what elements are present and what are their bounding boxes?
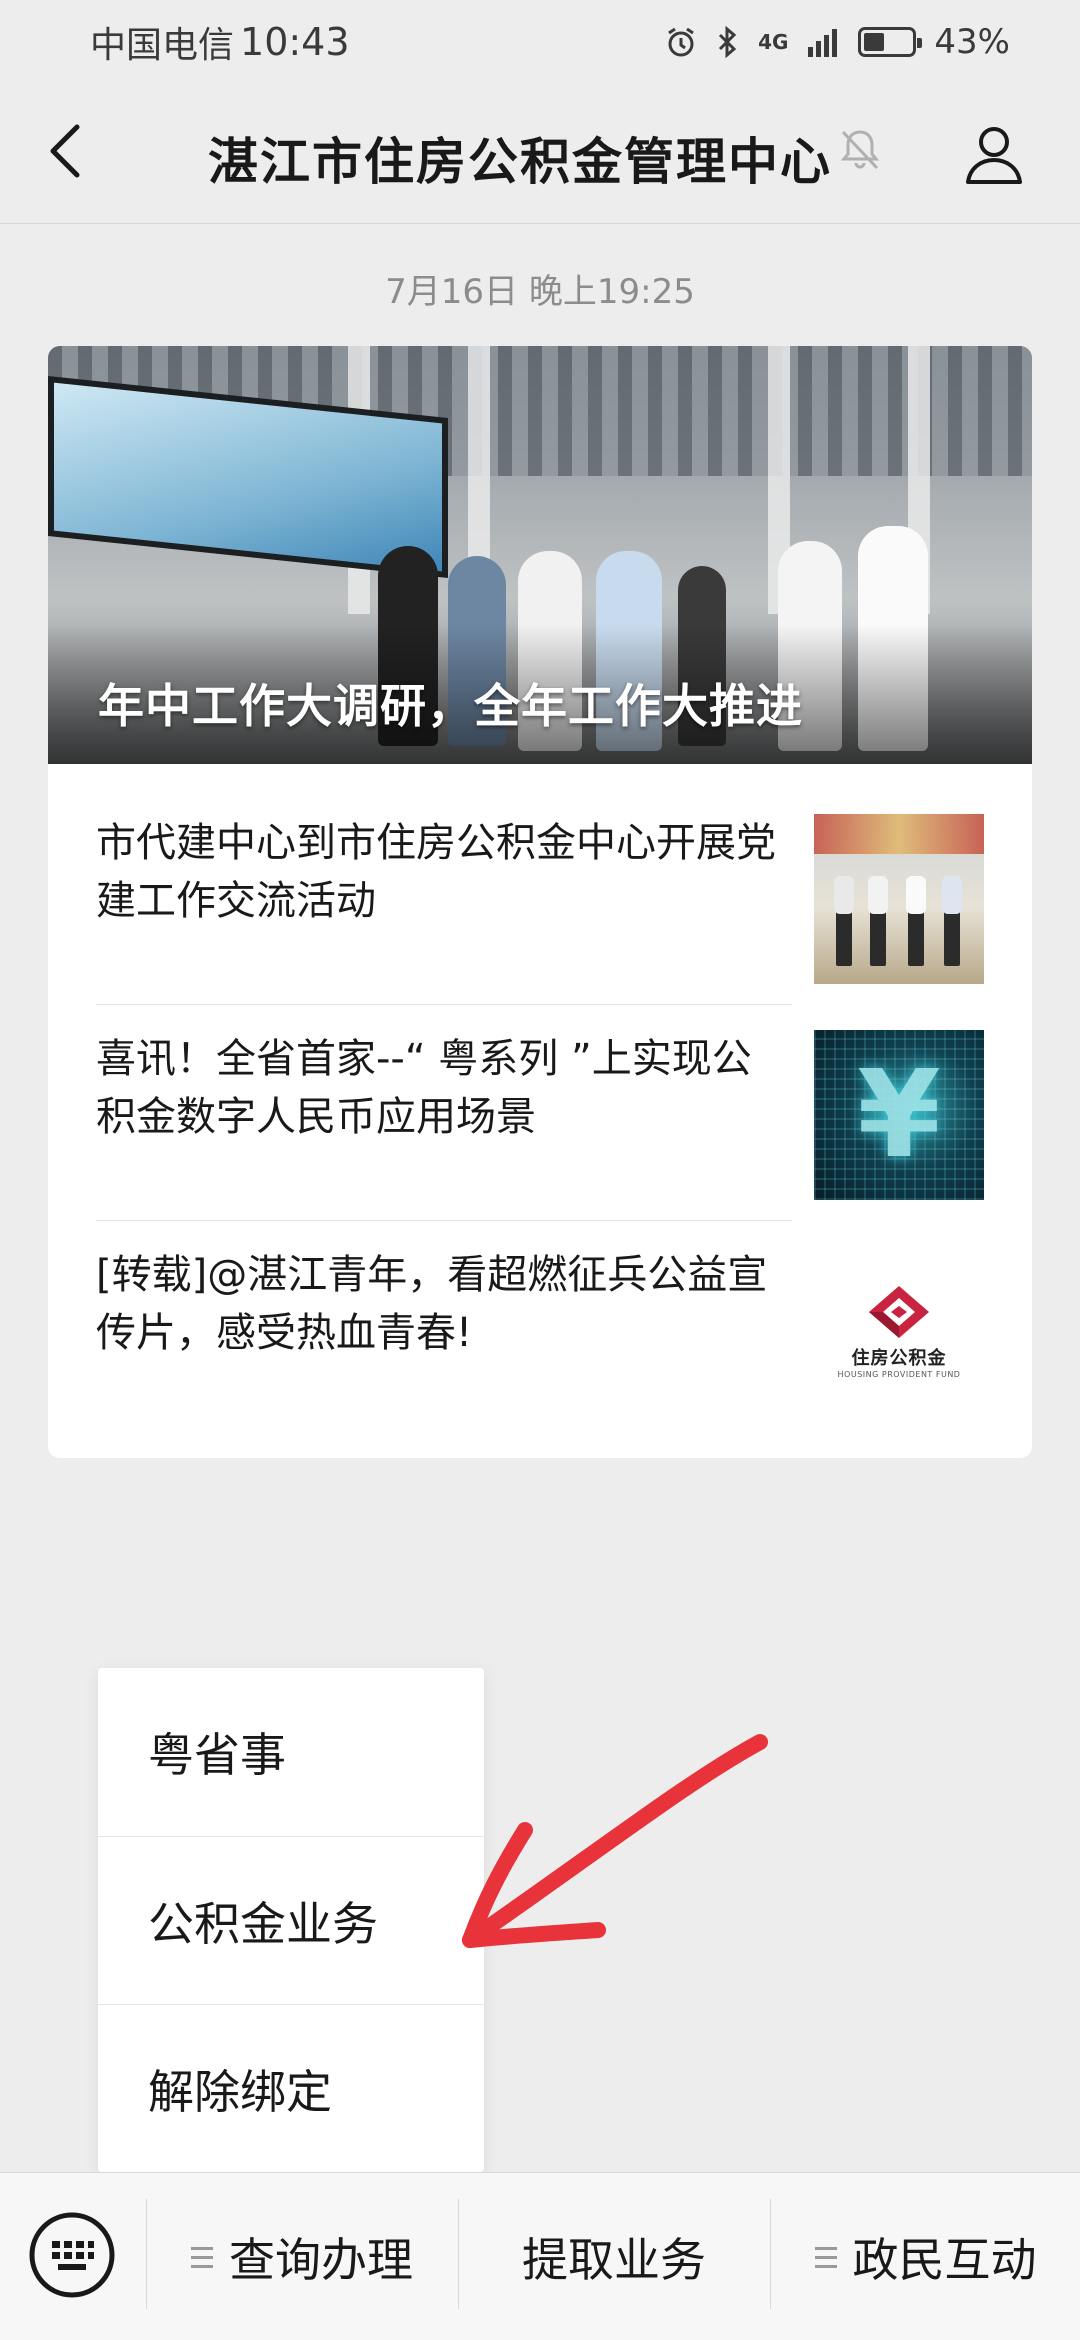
bluetooth-icon xyxy=(719,25,737,59)
alarm-icon xyxy=(668,27,694,57)
article-title: 市代建中心到市住房公积金中心开展党建工作交流活动 xyxy=(96,820,776,924)
network-type: 4G xyxy=(758,30,789,54)
thumbnail-figure xyxy=(942,876,962,914)
submenu-item-yueshengshi[interactable]: 粤省事 xyxy=(98,1668,484,1836)
thumbnail-figure xyxy=(834,876,854,914)
page-title: 湛江市住房公积金管理中心 xyxy=(208,133,832,191)
article-title: 喜讯！全省首家--“ 粤系列 ”上实现公积金数字人民币应用场景 xyxy=(96,1036,752,1140)
carrier-name: 中国电信 xyxy=(90,25,235,66)
chat-header: 湛江市住房公积金管理中心 xyxy=(0,84,1080,224)
submenu-item-unbind[interactable]: 解除绑定 xyxy=(98,2004,484,2172)
menu-label: 政民互动 xyxy=(852,2233,1037,2287)
person-icon xyxy=(966,127,1022,184)
hero-article[interactable]: 年中工作大调研，全年工作大推进 xyxy=(48,346,1032,764)
article-item[interactable]: 市代建中心到市住房公积金中心开展党建工作交流活动 xyxy=(96,764,984,984)
menu-label: 查询办理 xyxy=(229,2233,413,2287)
housing-fund-logo-icon xyxy=(869,1285,929,1338)
status-left: 中国电信 10:43 xyxy=(90,16,350,68)
submenu-popup: 粤省事 公积金业务 解除绑定 xyxy=(98,1668,484,2172)
signal-icon xyxy=(808,29,838,57)
battery-icon xyxy=(858,27,923,57)
article-card: 年中工作大调研，全年工作大推进 市代建中心到市住房公积金中心开展党建工作交流活动… xyxy=(48,346,1032,1458)
submenu-indicator-icon xyxy=(814,2246,837,2268)
status-right: 4G 43% xyxy=(664,22,1010,62)
article-thumbnail xyxy=(814,814,984,984)
thumbnail-figure xyxy=(868,876,888,914)
mute-bell-icon xyxy=(840,130,880,170)
logo-name: 住房公积金 xyxy=(851,1347,947,1369)
submenu-item-fund-business[interactable]: 公积金业务 xyxy=(98,1836,484,2004)
battery-percent: 43% xyxy=(934,22,1010,62)
menu-query-handle[interactable]: 查询办理 xyxy=(147,2173,457,2340)
hero-article-title: 年中工作大调研，全年工作大推进 xyxy=(98,679,803,733)
article-title: [转载]@湛江青年，看超燃征兵公益宣传片，感受热血青春! xyxy=(96,1252,768,1356)
profile-button[interactable] xyxy=(962,122,1026,186)
yen-icon: ¥ xyxy=(857,1045,941,1185)
menu-withdraw-business[interactable]: 提取业务 xyxy=(459,2173,769,2340)
status-time: 10:43 xyxy=(240,20,350,64)
red-arrow-annotation xyxy=(462,1734,768,1948)
menu-citizen-interaction[interactable]: 政民互动 xyxy=(771,2173,1080,2340)
message-timestamp: 7月16日 晚上19:25 xyxy=(385,272,695,312)
article-item[interactable]: [转载]@湛江青年，看超燃征兵公益宣传片，感受热血青春! 住房公积金 HOUSI… xyxy=(96,1196,984,1416)
menu-label: 提取业务 xyxy=(522,2233,706,2287)
bottom-menu-bar: 查询办理 提取业务 政民互动 xyxy=(0,2172,1080,2340)
article-thumbnail: ¥ xyxy=(814,1030,984,1200)
thumbnail-figure xyxy=(906,876,926,914)
submenu-indicator-icon xyxy=(191,2246,213,2268)
status-bar: 中国电信 10:43 4G 43% xyxy=(0,0,1080,84)
thumbnail-banner xyxy=(814,814,984,854)
article-thumbnail: 住房公积金 HOUSING PROVIDENT FUND xyxy=(814,1246,984,1416)
keyboard-toggle-button[interactable] xyxy=(28,2211,116,2299)
article-item[interactable]: 喜讯！全省首家--“ 粤系列 ”上实现公积金数字人民币应用场景 ¥ xyxy=(96,980,984,1200)
keyboard-icon xyxy=(29,2212,115,2298)
logo-subtitle: HOUSING PROVIDENT FUND xyxy=(837,1369,961,1379)
